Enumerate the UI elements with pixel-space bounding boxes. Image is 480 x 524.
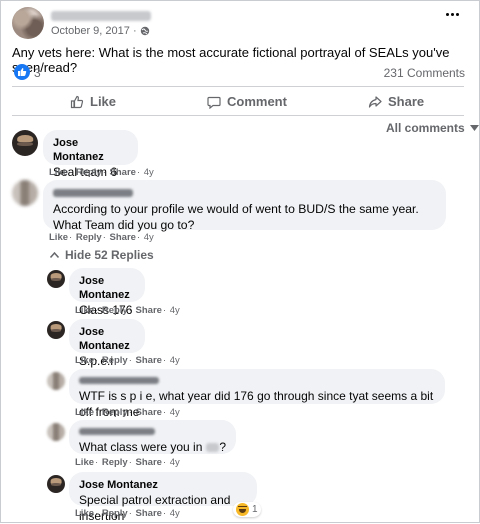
reply-share-link[interactable]: Share <box>136 457 162 468</box>
commenter-avatar[interactable] <box>12 130 38 156</box>
post-author-avatar[interactable] <box>12 7 44 39</box>
comment-actions: Like· Reply· Share· 4y <box>49 167 154 178</box>
redacted-text <box>206 442 220 452</box>
divider-bottom <box>12 115 464 116</box>
reply-text-before: What class were you in <box>79 440 203 454</box>
comments-count[interactable]: 231 Comments <box>384 66 465 80</box>
comment-like-link[interactable]: Like <box>49 232 68 243</box>
reply-age[interactable]: 4y <box>170 407 180 418</box>
reply-actions: Like· Reply· Share· 4y <box>75 457 180 468</box>
post-author-name[interactable] <box>51 11 151 21</box>
comment-like-link[interactable]: Like <box>49 167 68 178</box>
comment-actions: Like· Reply· Share· 4y <box>49 232 154 243</box>
reply-like-link[interactable]: Like <box>75 457 94 468</box>
comment-button[interactable]: Comment <box>207 94 287 109</box>
like-button[interactable]: Like <box>70 94 116 109</box>
reaction-count: 1 <box>252 504 258 515</box>
comment-sort-dropdown[interactable]: All comments <box>386 121 479 135</box>
like-reaction-icon[interactable] <box>14 64 30 80</box>
reply-share-link[interactable]: Share <box>136 305 162 316</box>
comment-reply-link[interactable]: Reply <box>76 232 102 243</box>
divider-top <box>12 86 464 87</box>
caret-down-icon <box>469 125 479 131</box>
reply-author[interactable] <box>79 428 155 435</box>
comment-author[interactable]: Jose Montanez <box>53 136 128 164</box>
reply-reply-link[interactable]: Reply <box>102 508 128 519</box>
reply-share-link[interactable]: Share <box>136 355 162 366</box>
reaction-count[interactable]: 3 <box>34 66 41 80</box>
comment-author[interactable] <box>53 189 133 197</box>
comment-button-label: Comment <box>227 94 287 109</box>
reply-bubble: Jose Montanez Class 176 <box>69 268 145 317</box>
reply-age[interactable]: 4y <box>170 457 180 468</box>
comment-age[interactable]: 4y <box>144 232 154 243</box>
reply-share-link[interactable]: Share <box>136 407 162 418</box>
share-button[interactable]: Share <box>368 94 424 109</box>
reply-reply-link[interactable]: Reply <box>102 305 128 316</box>
comment-sort-label: All comments <box>386 121 465 135</box>
comment-text: According to your profile we would of we… <box>53 202 419 232</box>
hide-replies-label: Hide 52 Replies <box>65 248 154 262</box>
reply-reply-link[interactable]: Reply <box>102 457 128 468</box>
reply-author-avatar[interactable] <box>47 475 65 493</box>
reply-like-link[interactable]: Like <box>75 305 94 316</box>
share-icon <box>368 95 382 108</box>
reply-author-avatar[interactable] <box>47 321 65 339</box>
reply-bubble: WTF is s p i e, what year did 176 go thr… <box>69 369 445 419</box>
reply-actions: Like· Reply· Share· 4y <box>75 355 180 366</box>
more-options-icon[interactable] <box>446 13 459 16</box>
reply-text: What class were you in ? <box>79 439 226 455</box>
haha-reaction-icon <box>236 503 249 516</box>
reply-author[interactable]: Jose Montanez <box>79 274 135 302</box>
comment-age[interactable]: 4y <box>144 167 154 178</box>
reply-author[interactable] <box>79 377 159 384</box>
reply-reply-link[interactable]: Reply <box>102 407 128 418</box>
reply-bubble: Jose Montanez S.p.e.i <box>69 319 145 368</box>
reply-like-link[interactable]: Like <box>75 355 94 366</box>
comment-share-link[interactable]: Share <box>110 167 136 178</box>
hide-replies-button[interactable]: Hide 52 Replies <box>50 248 154 262</box>
chevron-up-icon <box>50 252 59 258</box>
reply-age[interactable]: 4y <box>170 305 180 316</box>
reply-reply-link[interactable]: Reply <box>102 355 128 366</box>
comment-icon <box>207 96 221 109</box>
reply-text-after: ? <box>219 440 226 454</box>
share-button-label: Share <box>388 94 425 109</box>
reply-author-avatar[interactable] <box>47 372 65 390</box>
like-button-label: Like <box>90 94 117 109</box>
reply-actions: Like· Reply· Share· 4y <box>75 305 180 316</box>
reply-actions: Like· Reply· Share· 4y <box>75 508 180 519</box>
post-date[interactable]: October 9, 2017 · <box>51 25 137 37</box>
reply-like-link[interactable]: Like <box>75 407 94 418</box>
reply-author-avatar[interactable] <box>47 423 65 441</box>
comment-reply-link[interactable]: Reply <box>76 167 102 178</box>
reply-share-link[interactable]: Share <box>136 508 162 519</box>
thumbs-up-icon <box>70 95 84 108</box>
commenter-avatar[interactable] <box>12 180 38 206</box>
comment-bubble: Jose Montanez Seal team 6 series <box>43 130 138 195</box>
reply-actions: Like· Reply· Share· 4y <box>75 407 180 418</box>
reply-reaction[interactable]: 1 <box>233 502 261 517</box>
post-meta: October 9, 2017 · <box>51 25 150 37</box>
reply-author[interactable]: Jose Montanez <box>79 478 247 492</box>
comment-share-link[interactable]: Share <box>110 232 136 243</box>
reply-like-link[interactable]: Like <box>75 508 94 519</box>
reply-bubble: What class were you in ? <box>69 420 236 454</box>
reply-age[interactable]: 4y <box>170 508 180 519</box>
reply-author-avatar[interactable] <box>47 270 65 288</box>
reply-age[interactable]: 4y <box>170 355 180 366</box>
reply-author[interactable]: Jose Montanez <box>79 325 135 353</box>
globe-icon <box>140 26 149 36</box>
reply-bubble: Jose Montanez Special patrol extraction … <box>69 472 257 523</box>
comment-bubble: According to your profile we would of we… <box>43 180 446 232</box>
